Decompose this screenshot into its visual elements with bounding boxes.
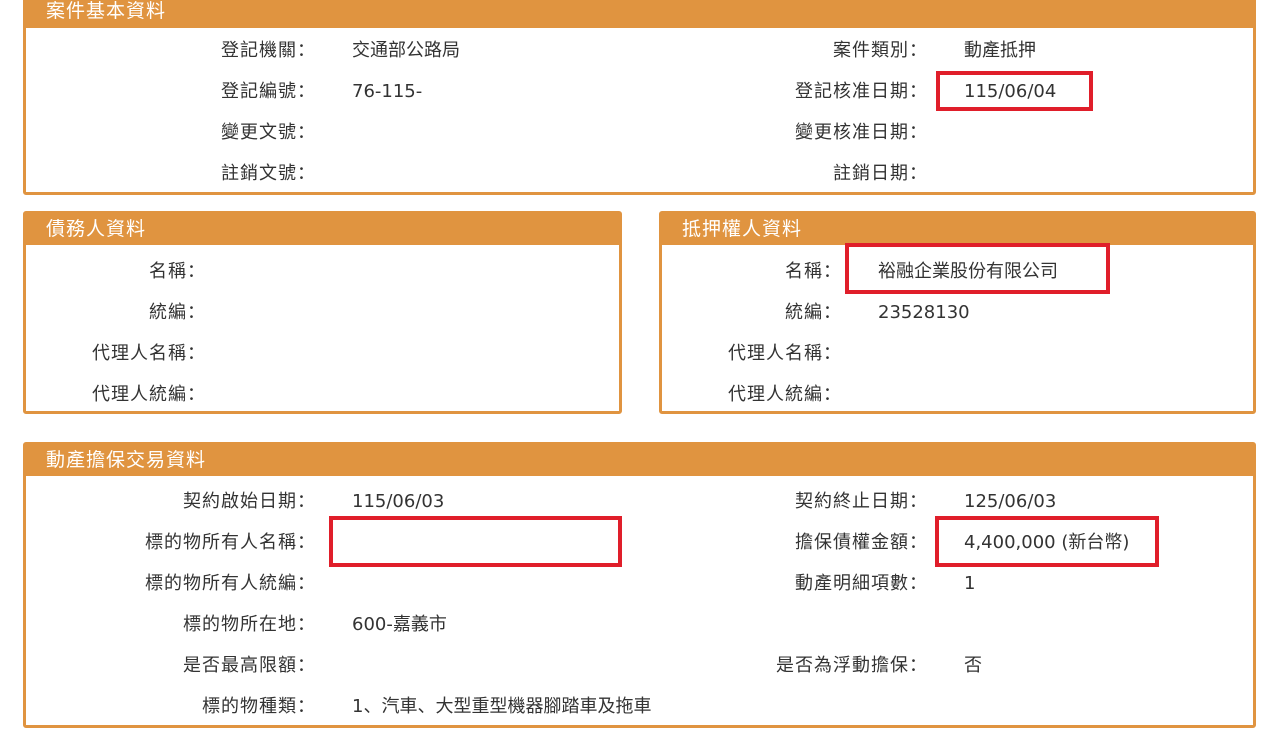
case-basic-panel: 案件基本資料 登記機關： 交通部公路局 登記編號： 76-115- 變更文號： … — [23, 0, 1256, 195]
label-secured-amount: 擔保債權金額： — [795, 532, 928, 553]
label-contract-start-date: 契約啟始日期： — [183, 491, 316, 512]
label-max-amount: 是否最高限額： — [183, 655, 316, 676]
label-mortgagee-name: 名稱： — [785, 261, 842, 282]
label-collateral-owner-name: 標的物所有人名稱： — [145, 532, 316, 553]
label-collateral-location: 標的物所在地： — [183, 614, 316, 635]
highlight-secured-amount — [935, 516, 1159, 567]
debtor-panel: 債務人資料 名稱： 統編： 代理人名稱： 代理人統編： — [23, 211, 622, 414]
value-registry-office: 交通部公路局 — [352, 40, 460, 61]
label-collateral-type: 標的物種類： — [202, 696, 316, 717]
label-case-category: 案件類別： — [833, 40, 928, 61]
value-floating-security: 否 — [964, 655, 982, 676]
label-mortgagee-agent-name: 代理人名稱： — [728, 343, 842, 364]
mortgagee-panel: 抵押權人資料 名稱： 裕融企業股份有限公司 統編： 23528130 代理人名稱… — [659, 211, 1256, 414]
label-item-count: 動產明細項數： — [795, 573, 928, 594]
label-debtor-name: 名稱： — [149, 261, 206, 282]
label-mortgagee-tax-id: 統編： — [785, 302, 842, 323]
label-approval-date: 登記核准日期： — [795, 81, 928, 102]
debtor-header: 債務人資料 — [26, 214, 619, 245]
value-contract-end-date: 125/06/03 — [964, 491, 1057, 512]
value-contract-start-date: 115/06/03 — [352, 491, 445, 512]
label-cancel-doc-number: 註銷文號： — [221, 163, 316, 184]
value-case-category: 動產抵押 — [964, 40, 1036, 61]
transaction-header: 動產擔保交易資料 — [26, 445, 1253, 476]
label-contract-end-date: 契約終止日期： — [795, 491, 928, 512]
highlight-approval-date — [936, 71, 1093, 111]
value-registry-number: 76-115- — [352, 81, 423, 102]
label-registry-number: 登記編號： — [221, 81, 316, 102]
value-mortgagee-tax-id: 23528130 — [878, 302, 970, 323]
label-debtor-tax-id: 統編： — [149, 302, 206, 323]
highlight-collateral-owner-name — [329, 516, 622, 567]
value-collateral-location: 600-嘉義市 — [352, 614, 447, 635]
transaction-panel: 動產擔保交易資料 契約啟始日期： 115/06/03 標的物所有人名稱： 標的物… — [23, 442, 1256, 728]
label-registry-office: 登記機關： — [221, 40, 316, 61]
label-collateral-owner-tax-id: 標的物所有人統編： — [145, 573, 316, 594]
label-cancel-date: 註銷日期： — [833, 163, 928, 184]
label-floating-security: 是否為浮動擔保： — [776, 655, 928, 676]
mortgagee-header: 抵押權人資料 — [662, 214, 1253, 245]
label-change-doc-number: 變更文號： — [221, 122, 316, 143]
value-collateral-type: 1、汽車、大型重型機器腳踏車及拖車 — [352, 696, 652, 717]
highlight-mortgagee-name — [845, 243, 1110, 294]
label-change-approval-date: 變更核准日期： — [795, 122, 928, 143]
label-debtor-agent-name: 代理人名稱： — [92, 343, 206, 364]
label-mortgagee-agent-tax-id: 代理人統編： — [728, 384, 842, 405]
case-basic-header: 案件基本資料 — [26, 0, 1253, 28]
label-debtor-agent-tax-id: 代理人統編： — [92, 384, 206, 405]
value-item-count: 1 — [964, 573, 976, 594]
